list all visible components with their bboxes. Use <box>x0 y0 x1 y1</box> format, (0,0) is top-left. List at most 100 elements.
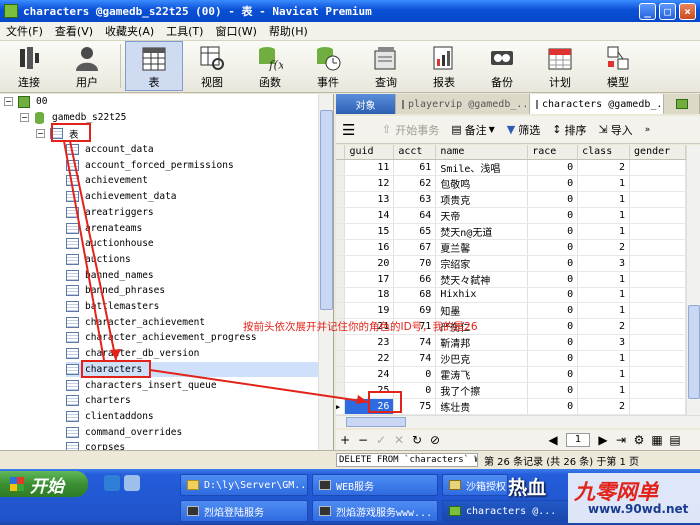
grid-cell-race[interactable]: 0 <box>527 159 579 176</box>
grid-cell-name[interactable]: 我了个擦 <box>435 382 529 400</box>
grid-cell-class[interactable]: 1 <box>577 287 631 304</box>
toolbar-schedule-button[interactable]: 计划 <box>531 41 589 91</box>
prev-page-icon[interactable]: ◀ <box>544 433 562 447</box>
grid-cell-race[interactable]: 0 <box>527 255 579 272</box>
grid-cell-acct[interactable]: 61 <box>393 159 437 176</box>
begin-transaction-button[interactable]: ⇧ 开始事务 <box>376 122 445 138</box>
toolbar-connection-button[interactable]: 连接 <box>0 41 58 91</box>
grid-cell-guid[interactable]: 16 <box>344 239 395 256</box>
tree-tables-node[interactable]: 表 <box>50 126 79 141</box>
tree-table-item[interactable]: account_data <box>66 142 318 157</box>
memo-button[interactable]: ▤ 备注 ▼ <box>445 122 501 138</box>
column-header[interactable]: name <box>435 145 529 160</box>
row-indicator[interactable] <box>336 175 346 192</box>
grid-cell-guid[interactable]: 14 <box>344 207 395 224</box>
row-indicator[interactable] <box>336 287 346 304</box>
menu-window[interactable]: 窗口(W) <box>209 23 262 39</box>
grid-cell-race[interactable]: 0 <box>527 398 579 415</box>
taskbar-item[interactable]: 烈焰游戏服务www... <box>312 500 438 522</box>
grid-cell-guid[interactable]: 23 <box>344 334 395 352</box>
toolbar-query-button[interactable]: 查询 <box>357 41 415 91</box>
grid-cell-guid[interactable]: 12 <box>344 175 395 192</box>
grid-cell-acct[interactable]: 70 <box>393 255 437 272</box>
tree-table-item[interactable]: auctions <box>66 252 318 267</box>
last-page-icon[interactable]: ⇥ <box>612 433 630 447</box>
title-bar[interactable]: characters @gamedb_s22t25 (00) - 表 - Nav… <box>0 0 700 22</box>
close-button[interactable]: × <box>679 2 696 20</box>
grid-cell-race[interactable]: 0 <box>527 350 579 368</box>
grid-cell-name[interactable]: 项贵克 <box>435 191 529 208</box>
add-record-icon[interactable]: + <box>336 433 354 447</box>
toolbar-function-button[interactable]: f(x) 函数 <box>241 41 299 91</box>
ie-quicklaunch-icon[interactable] <box>104 475 120 491</box>
grid-cell-race[interactable]: 0 <box>527 191 579 208</box>
grid-cell-class[interactable]: 2 <box>577 318 631 336</box>
grid-cell-guid[interactable]: 17 <box>344 271 395 288</box>
menu-favorites[interactable]: 收藏夹(A) <box>99 23 160 39</box>
grid-cell-acct[interactable]: 74 <box>393 334 437 352</box>
row-indicator[interactable] <box>336 366 346 384</box>
row-indicator[interactable] <box>336 207 346 224</box>
grid-cell-gender[interactable] <box>629 398 686 415</box>
grid-cell-name[interactable]: 夏兰馨 <box>435 239 529 256</box>
next-page-icon[interactable]: ▶ <box>594 433 612 447</box>
grid-cell-name[interactable]: Smile、浅唱 <box>435 159 529 176</box>
grid-view-icon[interactable]: ▦ <box>648 433 666 447</box>
column-header[interactable]: guid <box>344 145 395 160</box>
tree-table-item[interactable]: characters_insert_queue <box>66 378 318 393</box>
toolbar-model-button[interactable]: 模型 <box>589 41 647 91</box>
row-indicator[interactable] <box>336 191 346 208</box>
column-header[interactable]: class <box>577 145 631 160</box>
grid-cell-guid[interactable]: 26 <box>344 398 395 415</box>
delete-record-icon[interactable]: − <box>354 433 372 447</box>
grid-cell-acct[interactable]: 66 <box>393 271 437 288</box>
grid-cell-name[interactable]: 焚天n@无道 <box>435 223 529 240</box>
grid-cell-class[interactable]: 1 <box>577 302 631 320</box>
filter-button[interactable]: ▼ 筛选 <box>501 122 546 138</box>
grid-cell-acct[interactable]: 0 <box>393 366 437 384</box>
tab-playervip[interactable]: playervip @gamedb_... <box>396 94 530 114</box>
grid-cell-name[interactable]: 霍涛飞 <box>435 366 529 384</box>
menu-view[interactable]: 查看(V) <box>49 23 99 39</box>
tree-table-item[interactable]: charters <box>66 393 318 408</box>
menu-file[interactable]: 文件(F) <box>0 23 49 39</box>
collapse-tables-toggle[interactable]: − <box>36 129 45 138</box>
settings-gear-icon[interactable]: ⚙ <box>630 433 648 447</box>
grid-cell-gender[interactable] <box>629 318 686 336</box>
table-row[interactable]: 18 68 Hixhix 0 1 <box>336 287 686 304</box>
grid-cell-acct[interactable]: 68 <box>393 287 437 304</box>
tree-table-item[interactable]: arenateams <box>66 221 318 236</box>
grid-cell-gender[interactable] <box>629 366 686 384</box>
grid-cell-name[interactable]: 宗绍家 <box>435 255 529 272</box>
grid-cell-class[interactable]: 3 <box>577 334 631 352</box>
start-button[interactable]: 开始 <box>0 471 88 497</box>
table-row[interactable]: 14 64 天帝 0 1 <box>336 207 686 224</box>
grid-cell-class[interactable]: 3 <box>577 255 631 272</box>
grid-cell-race[interactable]: 0 <box>527 334 579 352</box>
taskbar-item[interactable]: 沙箱授权 <box>442 474 508 496</box>
column-header[interactable]: gender <box>629 145 686 160</box>
taskbar-item[interactable]: D:\ly\Server\GM... <box>180 474 308 496</box>
grid-cell-class[interactable]: 1 <box>577 207 631 224</box>
table-row[interactable]: 23 74 靳清邦 0 3 <box>336 334 686 352</box>
column-header[interactable]: race <box>527 145 579 160</box>
tree-table-item[interactable]: areatriggers <box>66 205 318 220</box>
menu-icon[interactable]: ☰ <box>336 121 376 139</box>
tree-table-item[interactable]: corpses <box>66 440 318 450</box>
collapse-database-toggle[interactable]: − <box>20 113 29 122</box>
grid-cell-class[interactable]: 2 <box>577 159 631 176</box>
row-indicator[interactable] <box>336 382 346 400</box>
table-row[interactable]: 22 74 沙巴克 0 1 <box>336 350 686 368</box>
tree-scrollbar[interactable] <box>318 94 333 450</box>
grid-cell-acct[interactable]: 75 <box>393 398 437 415</box>
table-row[interactable]: 12 62 包敬鸣 0 1 <box>336 175 686 192</box>
grid-cell-acct[interactable]: 74 <box>393 350 437 368</box>
tree-table-item[interactable]: auctionhouse <box>66 236 318 251</box>
grid-cell-class[interactable]: 1 <box>577 191 631 208</box>
row-indicator[interactable] <box>336 159 346 176</box>
grid-cell-name[interactable]: 包敬鸣 <box>435 175 529 192</box>
more-chevron-icon[interactable]: » <box>639 125 657 135</box>
grid-cell-race[interactable]: 0 <box>527 382 579 400</box>
grid-cell-gender[interactable] <box>629 223 686 240</box>
grid-cell-acct[interactable]: 63 <box>393 191 437 208</box>
